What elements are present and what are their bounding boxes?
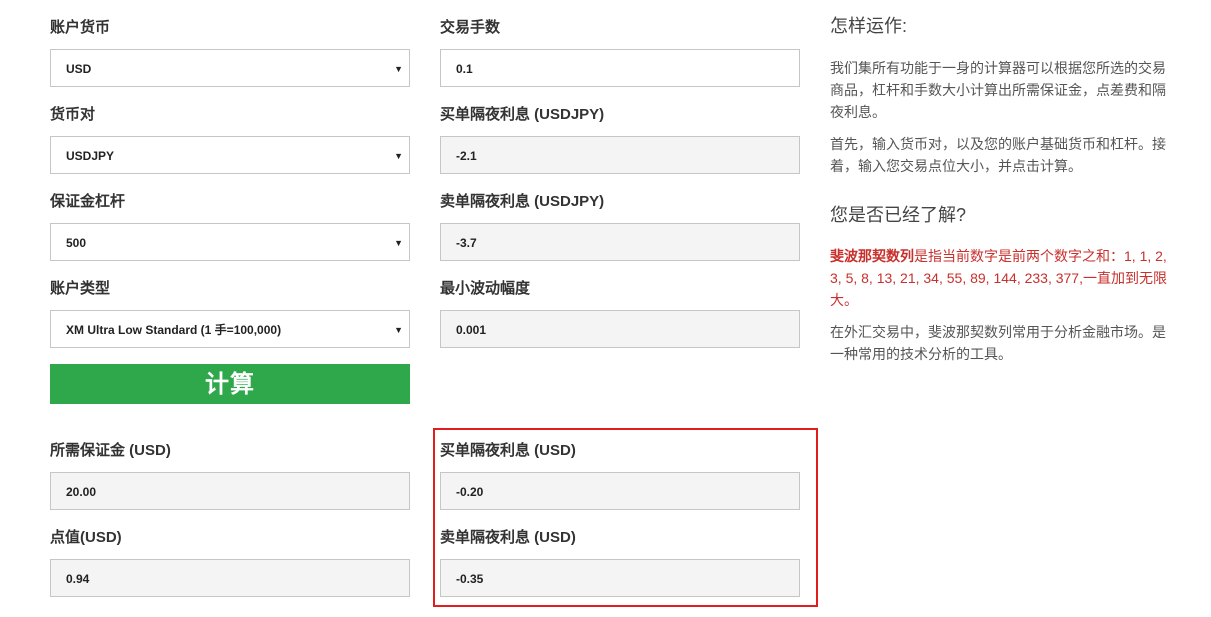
short-swap-usd-field: -0.35 — [440, 559, 800, 597]
margin-leverage-value: 500 — [66, 236, 87, 250]
text-line: 3, 5, 8, 13, 21, 34, 55, 89, 144, 233, 3… — [830, 270, 1167, 286]
long-swap-usd-field: -0.20 — [440, 472, 800, 510]
short-swap-pair-label: 卖单隔夜利息 (USDJPY) — [440, 193, 605, 210]
text-line: 斐波那契数列是指当前数字是前两个数字之和：1, 1, 2, — [830, 245, 1195, 267]
long-swap-usd-value: -0.20 — [456, 485, 484, 499]
account-currency-select[interactable]: USD ▼ — [50, 49, 410, 87]
short-swap-usd-label: 卖单隔夜利息 (USD) — [440, 529, 576, 546]
pip-value-value: 0.94 — [66, 572, 90, 586]
how-it-works-paragraph-2: 首先，输入货币对，以及您的账户基础货币和杠杆。接 着，输入您交易点位大小，并点击… — [830, 133, 1195, 177]
currency-pair-select[interactable]: USDJPY ▼ — [50, 136, 410, 174]
chevron-down-icon: ▼ — [394, 64, 403, 74]
trade-size-value: 0.1 — [456, 62, 473, 76]
chevron-down-icon: ▼ — [394, 151, 403, 161]
account-type-select[interactable]: XM Ultra Low Standard (1 手=100,000) ▼ — [50, 310, 410, 348]
short-swap-pair-value: -3.7 — [456, 236, 477, 250]
currency-pair-label: 货币对 — [50, 106, 96, 123]
fibonacci-paragraph-2: 在外汇交易中，斐波那契数列常用于分析金融市场。是 一种常用的技术分析的工具。 — [830, 321, 1195, 365]
min-tick-value: 0.001 — [456, 323, 487, 337]
fibonacci-term: 斐波那契数列 — [830, 248, 914, 264]
account-currency-label: 账户货币 — [50, 19, 111, 36]
text-line: 在外汇交易中，斐波那契数列常用于分析金融市场。是 — [830, 324, 1166, 340]
long-swap-pair-field: -2.1 — [440, 136, 800, 174]
required-margin-label: 所需保证金 (USD) — [50, 442, 171, 459]
text-line: 首先，输入货币对，以及您的账户基础货币和杠杆。接 — [830, 136, 1166, 152]
text-line: 着，输入您交易点位大小，并点击计算。 — [830, 158, 1082, 174]
pip-value-label: 点值(USD) — [50, 529, 122, 546]
long-swap-pair-label: 买单隔夜利息 (USDJPY) — [440, 106, 605, 123]
pip-value-field: 0.94 — [50, 559, 410, 597]
how-it-works-title: 怎样运作: — [830, 16, 908, 36]
margin-leverage-select[interactable]: 500 ▼ — [50, 223, 410, 261]
did-you-know-title: 您是否已经了解? — [830, 205, 967, 225]
account-type-value: XM Ultra Low Standard (1 手=100,000) — [66, 323, 282, 337]
account-currency-value: USD — [66, 62, 92, 76]
long-swap-usd-label: 买单隔夜利息 (USD) — [440, 442, 576, 459]
long-swap-pair-value: -2.1 — [456, 149, 477, 163]
text-line: 我们集所有功能于一身的计算器可以根据您所选的交易 — [830, 60, 1166, 76]
required-margin-value: 20.00 — [66, 485, 97, 499]
text-line: 一种常用的技术分析的工具。 — [830, 346, 1012, 362]
chevron-down-icon: ▼ — [394, 325, 403, 335]
text-segment: 是指当前数字是前两个数字之和：1, 1, 2, — [914, 248, 1167, 264]
currency-pair-value: USDJPY — [66, 149, 115, 163]
trade-size-label: 交易手数 — [440, 19, 501, 36]
chevron-down-icon: ▼ — [394, 238, 403, 248]
text-line: 大。 — [830, 292, 858, 308]
margin-leverage-label: 保证金杠杆 — [50, 193, 126, 210]
calculate-button[interactable]: 计算 — [50, 364, 410, 404]
min-tick-label: 最小波动幅度 — [440, 280, 531, 297]
required-margin-field: 20.00 — [50, 472, 410, 510]
account-type-label: 账户类型 — [50, 280, 111, 297]
text-line: 商品，杠杆和手数大小计算出所需保证金，点差费和隔 — [830, 82, 1166, 98]
trade-size-input[interactable]: 0.1 — [440, 49, 800, 87]
how-it-works-paragraph-1: 我们集所有功能于一身的计算器可以根据您所选的交易 商品，杠杆和手数大小计算出所需… — [830, 57, 1195, 123]
min-tick-field: 0.001 — [440, 310, 800, 348]
short-swap-pair-field: -3.7 — [440, 223, 800, 261]
short-swap-usd-value: -0.35 — [456, 572, 484, 586]
fibonacci-paragraph: 斐波那契数列是指当前数字是前两个数字之和：1, 1, 2, 3, 5, 8, 1… — [830, 245, 1195, 311]
text-line: 夜利息。 — [830, 104, 886, 120]
